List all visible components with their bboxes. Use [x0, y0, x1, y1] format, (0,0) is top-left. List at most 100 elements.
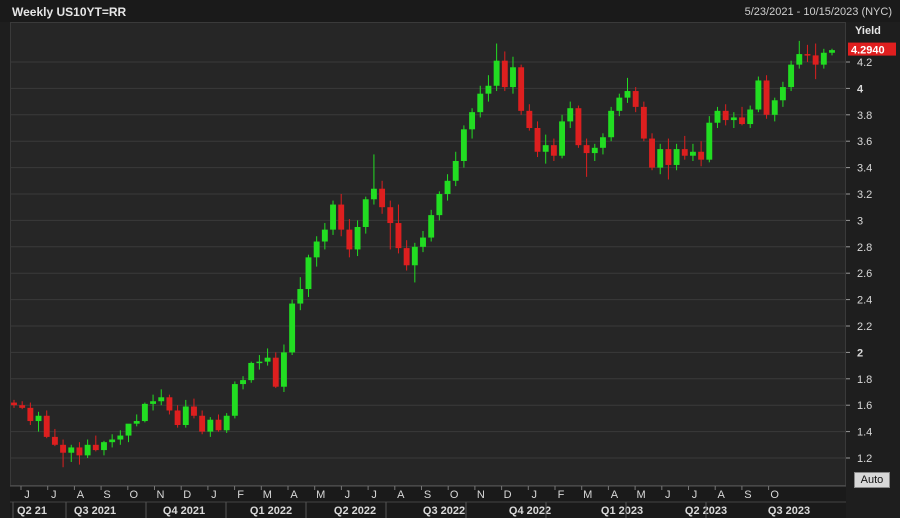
x-quarter-label: Q4 2022 — [509, 505, 551, 517]
x-quarter-label: Q3 2021 — [74, 505, 116, 517]
candle-body — [60, 444, 67, 453]
candle-body — [714, 110, 721, 123]
candles — [11, 40, 835, 468]
candle-body — [804, 54, 811, 56]
x-month-label: A — [77, 489, 85, 501]
x-month-label: S — [103, 489, 110, 501]
x-month-label: A — [611, 489, 619, 501]
candle-body — [763, 80, 770, 115]
candle-body — [174, 410, 181, 425]
x-axis: J J A S O N D J F M A M J J A S O N D J F M A M J J A S O Q2 21 Q3 202… — [10, 485, 846, 518]
x-month-label: O — [770, 489, 779, 501]
candle-body — [264, 357, 271, 362]
candle-body — [362, 199, 369, 227]
candle-body — [477, 93, 484, 113]
x-month-label: F — [558, 489, 565, 501]
x-month-label: F — [237, 489, 244, 501]
last-price-marker: 4.2940 — [848, 42, 896, 57]
x-month-label: J — [345, 489, 351, 501]
x-month-label: M — [637, 489, 646, 501]
x-month-label: S — [744, 489, 751, 501]
y-axis: 1.2 1.4 1.6 1.8 2 2.2 2.4 2.6 2.8 3 3.2 3.4 3.6 3.8 4 4… — [846, 57, 872, 465]
candle-body — [395, 223, 402, 249]
candle-body — [518, 67, 525, 111]
candle-body — [542, 145, 549, 152]
candle-body — [191, 406, 197, 416]
x-month-label: M — [263, 489, 272, 501]
candle-body — [346, 229, 353, 250]
y-tick-label: 3.4 — [857, 163, 872, 175]
candle-body — [19, 405, 26, 408]
candle-body — [321, 229, 328, 242]
candle-body — [420, 237, 426, 247]
y-tick-label: 4 — [857, 83, 864, 95]
candle-body — [469, 112, 476, 130]
y-axis-label: Yield — [855, 25, 881, 37]
x-month-label: J — [211, 489, 217, 501]
candle-body — [101, 442, 107, 451]
x-month-label: J — [692, 489, 698, 501]
x-month-label: N — [477, 489, 485, 501]
candle-body — [305, 257, 312, 290]
y-tick-label: 4.2 — [857, 57, 872, 69]
candle-body — [158, 397, 165, 402]
candle-body — [68, 447, 75, 453]
candle-body — [403, 248, 410, 266]
x-quarter-label: Q1 2023 — [601, 505, 643, 517]
x-quarter-label: Q2 21 — [17, 505, 47, 517]
candle-body — [600, 137, 606, 148]
candle-body — [559, 121, 566, 156]
x-month-label: J — [51, 489, 57, 501]
x-month-label: J — [532, 489, 538, 501]
candle-body — [689, 151, 696, 156]
candle-body — [649, 138, 655, 168]
candle-body — [240, 380, 246, 385]
candle-body — [788, 64, 795, 88]
candle-body — [207, 419, 214, 432]
x-quarter-label: Q3 2022 — [423, 505, 465, 517]
y-tick-label: 3 — [857, 215, 863, 227]
candle-body — [379, 188, 386, 208]
y-tick-label: 2.2 — [857, 321, 872, 333]
candle-body — [624, 91, 631, 98]
x-quarter-label: Q2 2022 — [334, 505, 376, 517]
candle-body — [436, 194, 443, 216]
candle-body — [330, 204, 336, 230]
x-month-label: A — [718, 489, 726, 501]
candle-body — [493, 60, 500, 86]
last-price-label: 4.2940 — [851, 45, 885, 57]
candle-body — [820, 52, 827, 65]
candle-body — [141, 403, 148, 422]
x-quarter-label: Q3 2023 — [768, 505, 810, 517]
candle-body — [35, 415, 42, 422]
candle-body — [223, 415, 230, 431]
x-month-label: J — [665, 489, 671, 501]
candle-body — [289, 303, 296, 353]
y-tick-label: 3.2 — [857, 189, 872, 201]
candle-body — [608, 110, 615, 138]
candle-body — [51, 436, 58, 445]
candle-body — [534, 128, 541, 152]
x-month-label: M — [583, 489, 592, 501]
candle-body — [730, 117, 737, 121]
candle-body — [567, 108, 574, 122]
candle-body — [215, 419, 222, 431]
candle-body — [125, 423, 132, 436]
x-quarter-label: Q4 2021 — [163, 505, 205, 517]
candle-body — [452, 161, 459, 181]
x-month-label: D — [504, 489, 512, 501]
candle-body — [280, 352, 287, 387]
auto-scale-button[interactable]: Auto — [854, 472, 890, 488]
candle-body — [297, 289, 304, 304]
candle-body — [771, 100, 778, 115]
candle-body — [444, 180, 451, 194]
candle-body — [84, 444, 91, 456]
candle-body — [722, 110, 729, 121]
candle-body — [583, 145, 590, 154]
candle-body — [640, 106, 647, 139]
x-month-label: N — [157, 489, 165, 501]
x-month-label: S — [424, 489, 431, 501]
x-month-label: O — [450, 489, 459, 501]
x-month-label: A — [290, 489, 298, 501]
candle-body — [747, 109, 754, 125]
